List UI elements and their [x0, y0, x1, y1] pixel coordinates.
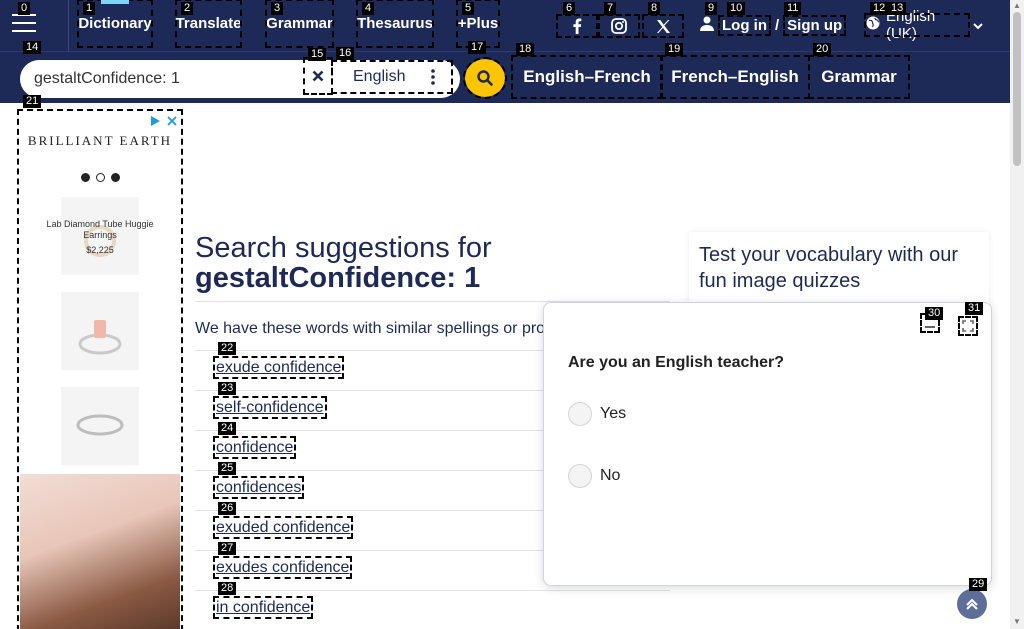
quick-link-french-english[interactable]: French–English [660, 55, 810, 99]
scroll-up-arrow[interactable]: ▲ [1012, 1, 1022, 11]
annotation-tag: 25 [218, 462, 237, 475]
x-twitter-icon[interactable] [642, 14, 684, 38]
ad-close-icon[interactable] [166, 114, 178, 126]
ad-model-photo [20, 474, 180, 629]
facebook-icon[interactable] [556, 14, 598, 38]
radio-yes[interactable] [568, 402, 592, 426]
chevron-down-icon[interactable] [972, 19, 984, 31]
chevron-up-icon [966, 598, 978, 610]
survey-question: Are you an English teacher? [568, 354, 785, 371]
option-no[interactable]: No [568, 464, 620, 488]
kebab-menu-icon [431, 69, 435, 90]
divider [68, 0, 69, 52]
globe-icon [866, 16, 880, 34]
annotation-tag: 28 [218, 582, 237, 595]
search-input[interactable] [34, 68, 314, 90]
login-signup: Log in / Sign up [700, 14, 847, 36]
annotation-tag: 26 [218, 502, 237, 515]
ring-pink-image [61, 292, 139, 370]
hamburger-menu-icon[interactable] [12, 14, 36, 34]
ad-product-name: Lab Diamond Tube Huggie Earrings [46, 219, 154, 240]
annotation-tag: 27 [218, 542, 237, 555]
dataset-label: English [353, 68, 406, 85]
nav-item-plus[interactable]: +Plus [456, 0, 500, 48]
expand-icon[interactable] [958, 316, 978, 336]
dataset-selector[interactable]: English [331, 60, 453, 94]
language-label: English (UK) [886, 8, 936, 42]
annotation-tag: 24 [218, 422, 237, 435]
nav-item-thesaurus[interactable]: Thesaurus [356, 0, 434, 48]
suggestion-link[interactable]: exudes confidence [212, 556, 353, 579]
option-yes[interactable]: Yes [568, 402, 626, 426]
search-button[interactable] [463, 57, 507, 99]
survey-popup: Are you an English teacher? Yes No [543, 302, 992, 586]
suggestion-link[interactable]: in confidence [212, 596, 314, 619]
user-icon [700, 16, 714, 35]
suggestion-link[interactable]: self-confidence [213, 396, 327, 419]
quiz-promo-card[interactable]: Test your vocabulary with our fun image … [689, 232, 989, 312]
scroll-down-arrow[interactable]: ▼ [1012, 617, 1022, 627]
quiz-title: Test your vocabulary with our fun image … [699, 244, 959, 292]
scrollbar-thumb[interactable] [1013, 12, 1021, 166]
ring-band-image [61, 387, 139, 465]
suggestion-link[interactable]: confidence [212, 436, 297, 459]
annotation-tag: 22 [218, 342, 237, 355]
ad-choices-icon[interactable] [149, 114, 161, 126]
advertisement[interactable]: BRILLIANT EARTH Lab Diamond Tube Huggie … [17, 109, 183, 629]
nav-item-dictionary[interactable]: Dictionary [77, 0, 153, 48]
suggestion-link[interactable]: exude confidence [212, 356, 345, 379]
back-to-top-button[interactable] [957, 589, 987, 619]
clear-search-button[interactable] [303, 57, 333, 95]
quick-link-english-french[interactable]: English–French [511, 55, 663, 99]
signup-link[interactable]: Sign up [783, 14, 847, 36]
ad-brand: BRILLIANT EARTH [27, 133, 173, 148]
radio-no[interactable] [568, 464, 592, 488]
carousel-dots[interactable] [81, 173, 120, 182]
nav-item-grammar[interactable]: Grammar [265, 0, 334, 48]
suggestion-link[interactable]: confidences [212, 476, 305, 499]
page-title-prefix: Search suggestions for [195, 232, 492, 264]
language-selector[interactable]: English (UK) [864, 8, 970, 42]
quick-link-grammar[interactable]: Grammar [808, 55, 910, 99]
close-icon [312, 70, 324, 82]
login-link[interactable]: Log in [718, 14, 771, 36]
page-title-term: gestaltConfidence: 1 [195, 262, 481, 294]
nav-item-translate[interactable]: Translate [175, 0, 242, 48]
annotation-tag: 23 [218, 382, 237, 395]
instagram-icon[interactable] [598, 14, 640, 38]
ad-product-price: $2,225 [86, 245, 114, 255]
search-icon [477, 70, 493, 86]
suggestion-link[interactable]: exuded confidence [212, 516, 354, 539]
suggestions-intro: We have these words with similar spellin… [195, 320, 545, 337]
divider [195, 590, 670, 591]
minimize-icon[interactable] [920, 313, 940, 333]
